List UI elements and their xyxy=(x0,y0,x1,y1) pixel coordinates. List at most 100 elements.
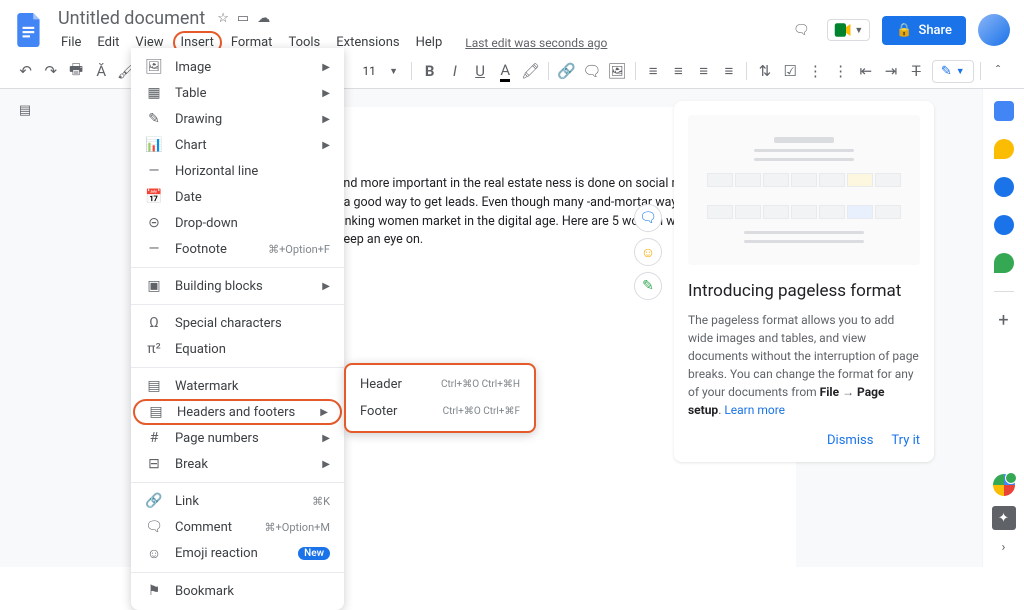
clear-formatting-button[interactable]: T xyxy=(905,58,928,84)
insert-menu-emoji-reaction[interactable]: ☺Emoji reactionNew xyxy=(131,540,344,567)
checklist-button[interactable]: ☑ xyxy=(779,58,802,84)
menu-edit[interactable]: Edit xyxy=(90,31,126,54)
font-size-value[interactable]: 11 xyxy=(358,64,380,78)
align-justify-button[interactable]: ≡ xyxy=(717,58,740,84)
grammarly-badge[interactable] xyxy=(993,474,1015,496)
increase-indent-button[interactable]: ⇥ xyxy=(879,58,902,84)
insert-menu-equation[interactable]: π²Equation xyxy=(131,336,344,362)
align-right-button[interactable]: ≡ xyxy=(692,58,715,84)
underline-button[interactable]: U xyxy=(468,58,491,84)
last-edit-link[interactable]: Last edit was seconds ago xyxy=(465,36,607,50)
menu-item-label: Headers and footers xyxy=(177,405,308,420)
cloud-status-icon[interactable]: ☁ xyxy=(257,11,270,26)
submenu-header[interactable]: HeaderCtrl+⌘O Ctrl+⌘H xyxy=(346,371,534,398)
dismiss-button[interactable]: Dismiss xyxy=(827,433,873,448)
insert-menu-bookmark[interactable]: ⚑Bookmark xyxy=(131,578,344,604)
hide-side-panel-button[interactable]: › xyxy=(1002,540,1006,555)
keep-app-icon[interactable] xyxy=(994,139,1014,159)
info-card-title: Introducing pageless format xyxy=(688,281,920,301)
menu-separator xyxy=(131,572,344,573)
star-icon[interactable]: ☆ xyxy=(217,11,229,26)
meet-button[interactable]: ▼ xyxy=(827,19,870,41)
explore-button[interactable]: ✦ xyxy=(992,506,1016,530)
menu-item-label: Watermark xyxy=(175,379,330,394)
suggest-edits-side-button[interactable]: ✎ xyxy=(634,272,662,300)
insert-menu-table[interactable]: ▦Table▶ xyxy=(131,80,344,106)
insert-menu-page-numbers[interactable]: #Page numbers▶ xyxy=(131,425,344,451)
try-it-button[interactable]: Try it xyxy=(891,433,920,448)
insert-menu-footnote[interactable]: —Footnote⌘+Option+F xyxy=(131,236,344,262)
editing-mode-button[interactable]: ✎ ▼ xyxy=(932,60,974,83)
calendar-app-icon[interactable] xyxy=(994,101,1014,121)
image-icon: 🖼 xyxy=(145,59,163,75)
insert-menu-dropdown: 🖼Image▶ ▦ Table ▶ ✎Drawing▶📊Chart▶—Horizonta… xyxy=(131,48,344,610)
move-icon[interactable]: ▭ xyxy=(237,11,249,26)
share-button[interactable]: 🔒 Share xyxy=(882,16,966,45)
insert-menu-watermark[interactable]: ▤Watermark xyxy=(131,373,344,399)
menu-item-label: Drop-down xyxy=(175,216,330,231)
decrease-indent-button[interactable]: ⇤ xyxy=(854,58,877,84)
shortcut-label: ⌘+Option+M xyxy=(265,521,330,534)
text-color-button[interactable]: A xyxy=(494,58,517,84)
insert-menu-drop-down[interactable]: ⊝ Drop-down xyxy=(131,210,344,236)
menu-item-label: Equation xyxy=(175,342,330,357)
submenu-arrow-icon: ▶ xyxy=(322,62,330,73)
insert-menu-date[interactable]: 📅Date xyxy=(131,184,344,210)
document-title[interactable]: Untitled document xyxy=(54,6,209,31)
redo-button[interactable]: ↷ xyxy=(39,58,62,84)
dropdown-icon: ⊝ xyxy=(145,215,163,231)
insert-menu-image[interactable]: 🖼Image▶ xyxy=(131,54,344,80)
add-comment-side-button[interactable]: 🗨 xyxy=(634,204,662,232)
pencil-icon: ✎ xyxy=(941,64,952,79)
lock-icon: 🔒 xyxy=(896,23,912,38)
spellcheck-button[interactable]: Ă xyxy=(90,58,113,84)
insert-menu-comment[interactable]: 🗨Comment⌘+Option+M xyxy=(131,514,344,540)
undo-button[interactable]: ↶ xyxy=(14,58,37,84)
line-spacing-button[interactable]: ⇅ xyxy=(753,58,776,84)
menu-item-label: Table xyxy=(175,86,310,101)
footnote-icon: — xyxy=(145,241,163,257)
menu-item-label: Special characters xyxy=(175,316,330,331)
menu-item-label: Comment xyxy=(175,520,253,535)
insert-image-button[interactable]: 🖼 xyxy=(605,58,628,84)
insert-menu-horizontal-line[interactable]: —Horizontal line xyxy=(131,158,344,184)
maps-app-icon[interactable] xyxy=(994,253,1014,273)
align-center-button[interactable]: ≡ xyxy=(667,58,690,84)
shortcut-label: Ctrl+⌘O Ctrl+⌘H xyxy=(441,379,520,390)
insert-menu-chart[interactable]: 📊Chart▶ xyxy=(131,132,344,158)
insert-menu-drawing[interactable]: ✎Drawing▶ xyxy=(131,106,344,132)
add-emoji-side-button[interactable]: ☺ xyxy=(634,238,662,266)
insert-menu-break[interactable]: ⊟Break▶ xyxy=(131,451,344,477)
docs-logo[interactable] xyxy=(14,10,46,50)
insert-menu-building-blocks[interactable]: ▣Building blocks▶ xyxy=(131,273,344,299)
italic-button[interactable]: I xyxy=(443,58,466,84)
document-outline-button[interactable]: ▤ xyxy=(19,103,31,567)
contacts-app-icon[interactable] xyxy=(994,215,1014,235)
shortcut-label: Ctrl+⌘O Ctrl+⌘F xyxy=(443,406,520,417)
learn-more-link[interactable]: Learn more xyxy=(724,403,785,417)
link-icon: 🔗 xyxy=(145,493,163,509)
bulleted-list-button[interactable]: ⋮ xyxy=(804,58,827,84)
account-avatar[interactable] xyxy=(978,14,1010,46)
bold-button[interactable]: B xyxy=(418,58,441,84)
add-comment-button[interactable]: 🗨 xyxy=(580,58,603,84)
insert-menu-headers-and-footers[interactable]: ▤Headers and footers▶ xyxy=(133,399,342,425)
hide-menus-button[interactable]: ˆ xyxy=(987,58,1010,84)
comment-history-icon[interactable]: 🗨 xyxy=(787,16,815,44)
numbered-list-button[interactable]: ⋮ xyxy=(829,58,852,84)
menu-help[interactable]: Help xyxy=(409,31,450,54)
highlight-button[interactable]: 🖍 xyxy=(519,58,542,84)
shortcut-label: ⌘K xyxy=(312,495,330,508)
print-button[interactable]: 🖶 xyxy=(64,58,87,84)
insert-menu-link[interactable]: 🔗Link⌘K xyxy=(131,488,344,514)
align-left-button[interactable]: ≡ xyxy=(642,58,665,84)
table-icon: ▦ xyxy=(145,85,163,101)
submenu-footer[interactable]: FooterCtrl+⌘O Ctrl+⌘F xyxy=(346,398,534,425)
tasks-app-icon[interactable] xyxy=(994,177,1014,197)
insert-link-button[interactable]: 🔗 xyxy=(555,58,578,84)
font-size-increase[interactable]: ▼ xyxy=(382,58,405,84)
blocks-icon: ▣ xyxy=(145,278,163,294)
insert-menu-special-characters[interactable]: ΩSpecial characters xyxy=(131,310,344,336)
get-addons-button[interactable]: + xyxy=(998,310,1008,331)
menu-file[interactable]: File xyxy=(54,31,88,54)
